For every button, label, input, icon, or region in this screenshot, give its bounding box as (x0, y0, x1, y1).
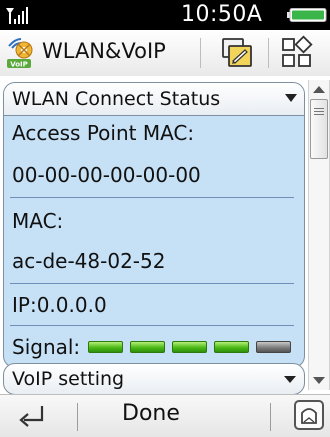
thumb-grip (314, 114, 324, 115)
thumb-grip (314, 111, 324, 112)
bottom-separator (77, 403, 78, 431)
voip-setting-header[interactable]: VoIP setting (3, 363, 305, 395)
voip-setting-label: VoIP setting (12, 368, 125, 390)
app-title: WLAN&VoIP (42, 39, 166, 63)
title-separator (268, 38, 269, 68)
signal-bar-on (214, 341, 249, 353)
row-separator (10, 325, 294, 326)
ap-mac-label: Access Point MAC: (12, 121, 195, 145)
title-separator (200, 38, 201, 68)
content-area: WLAN Connect Status Access Point MAC: 00… (0, 76, 330, 395)
mac-value: ac-de-48-02-52 (12, 249, 166, 273)
signal-strength-icon (6, 7, 28, 24)
bottom-separator (270, 403, 271, 431)
signal-bar-on (130, 341, 165, 353)
status-bar: 10:50A (0, 0, 330, 30)
home-button[interactable] (294, 400, 324, 430)
done-button[interactable]: Done (122, 401, 180, 426)
row-separator (10, 283, 294, 284)
thumb-grip (314, 108, 324, 109)
mac-label: MAC: (12, 209, 64, 233)
scroll-up-icon[interactable] (311, 82, 327, 96)
row-separator (10, 197, 294, 198)
svg-text:VoIP: VoIP (10, 61, 28, 69)
wlan-status-header[interactable]: WLAN Connect Status (4, 83, 304, 116)
ip-address: IP:0.0.0.0 (12, 293, 107, 317)
wlan-voip-icon: VoIP (7, 38, 33, 69)
scrollbar[interactable] (308, 80, 330, 390)
scrollbar-thumb[interactable] (310, 99, 328, 159)
battery-icon (287, 8, 327, 22)
signal-bar-on (88, 341, 123, 353)
bottom-bar: Done (0, 394, 330, 437)
wlan-status-header-label: WLAN Connect Status (12, 88, 221, 110)
home-icon (301, 408, 317, 424)
back-icon[interactable] (16, 403, 48, 429)
signal-bar-off (256, 341, 291, 353)
clock: 10:50A (181, 2, 263, 27)
wlan-status-panel: WLAN Connect Status Access Point MAC: 00… (3, 82, 305, 368)
signal-label: Signal: (12, 335, 81, 359)
title-bar: VoIP WLAN&VoIP (0, 30, 330, 77)
scroll-down-icon[interactable] (311, 374, 327, 388)
grid-view-icon[interactable] (279, 35, 315, 71)
ap-mac-value: 00-00-00-00-00-00 (12, 163, 201, 187)
chevron-down-icon (284, 376, 296, 383)
chevron-down-icon (285, 94, 297, 102)
signal-bar-on (172, 341, 207, 353)
edit-icon[interactable] (219, 35, 255, 71)
